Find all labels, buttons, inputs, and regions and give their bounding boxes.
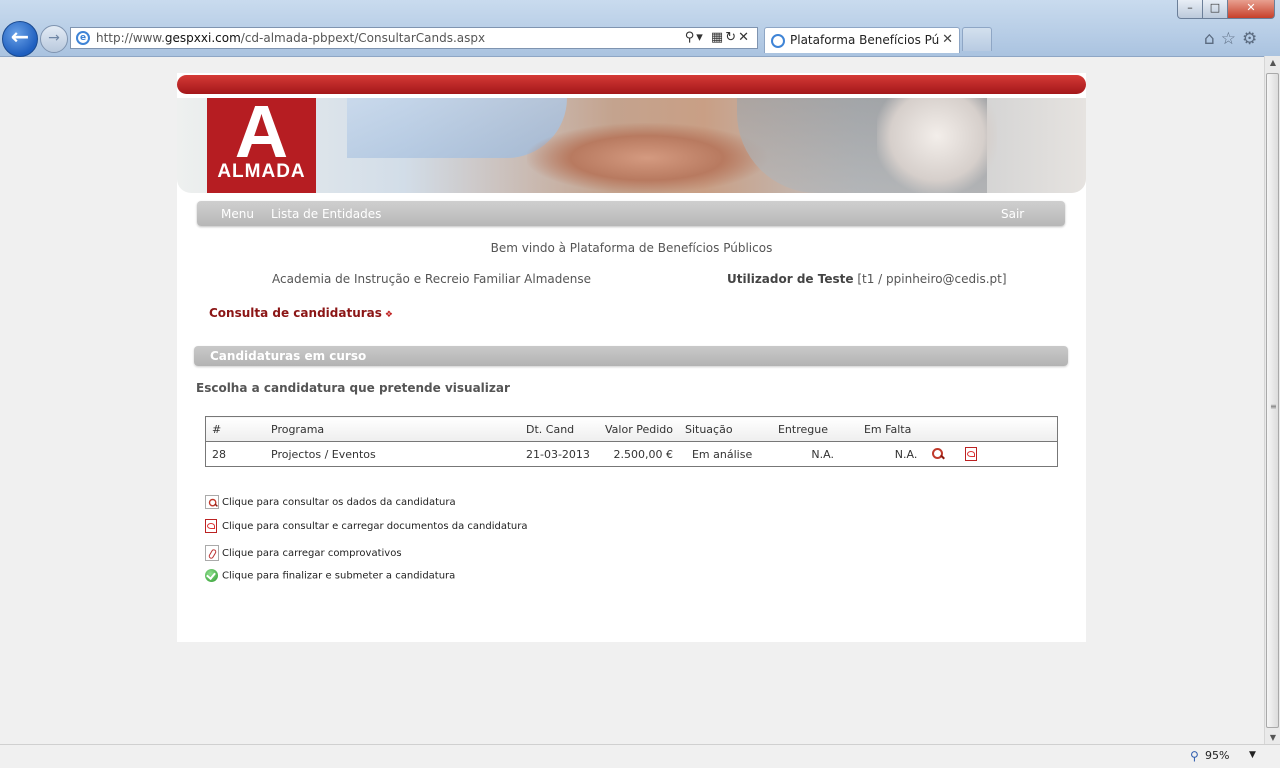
paperclip-icon: [205, 545, 219, 561]
header-red-bar: [177, 75, 1086, 94]
table-header-row: # Programa Dt. Cand Valor Pedido Situaçã…: [205, 416, 1058, 442]
status-bar: ⚲ 95% ▼: [0, 744, 1280, 768]
col-header-entregue: Entregue: [771, 416, 858, 442]
col-header-programa: Programa: [265, 416, 520, 442]
cell-em-falta: N.A.: [894, 447, 918, 461]
menu-link-entities[interactable]: Lista de Entidades: [271, 207, 381, 221]
cell-entregue: N.A.: [811, 447, 834, 461]
favorites-star-icon[interactable]: ☆: [1221, 29, 1242, 49]
zoom-dropdown-icon[interactable]: ▼: [1249, 750, 1256, 760]
pdf-documents-icon[interactable]: [964, 447, 977, 461]
zoom-icon[interactable]: ⚲: [1190, 749, 1199, 763]
vertical-scrollbar[interactable]: ▲ ≡ ▼: [1264, 56, 1280, 744]
scroll-up-icon[interactable]: ▲: [1267, 58, 1279, 67]
address-tools: ⚲▾ ▦↻✕: [685, 30, 751, 45]
cell-id: 28: [212, 447, 226, 461]
cell-dt-cand: 21-03-2013: [526, 447, 590, 461]
col-header-actions: [917, 416, 1058, 442]
url-prefix: http://www.: [96, 31, 165, 45]
legend-item-documents: Clique para consultar e carregar documen…: [205, 519, 527, 533]
forward-arrow-icon: →: [48, 30, 60, 46]
forward-button[interactable]: →: [40, 25, 68, 53]
check-icon: [205, 569, 218, 582]
address-url[interactable]: http://www.gespxxi.com/cd-almada-pbpext/…: [96, 31, 485, 45]
url-path: /cd-almada-pbpext/ConsultarCands.aspx: [240, 31, 486, 45]
tab-ie-icon: [771, 34, 785, 48]
section-header: Candidaturas em curso: [194, 346, 1068, 366]
zoom-level[interactable]: 95%: [1205, 749, 1229, 762]
legend-text-submit: Clique para finalizar e submeter a candi…: [222, 570, 456, 582]
new-tab-button[interactable]: [962, 27, 992, 51]
chrome-toolbar-icons: ⌂☆⚙: [1204, 29, 1276, 49]
stop-icon[interactable]: ✕: [738, 30, 751, 45]
candidaturas-table: # Programa Dt. Cand Valor Pedido Situaçã…: [205, 416, 1058, 467]
legend-item-view: Clique para consultar os dados da candid…: [205, 495, 456, 509]
magnifier-icon: [205, 495, 219, 509]
url-domain: gespxxi.com: [164, 31, 241, 45]
entity-name: Academia de Instrução e Recreio Familiar…: [272, 272, 591, 286]
header-banner: A ALMADA: [177, 98, 1086, 193]
home-icon[interactable]: ⌂: [1204, 29, 1221, 49]
back-arrow-icon: ←: [10, 25, 30, 50]
col-header-valor: Valor Pedido: [599, 416, 679, 442]
main-menu-bar: Menu Lista de Entidades Sair: [197, 201, 1065, 226]
dropdown-caret-icon[interactable]: ▾: [696, 30, 705, 45]
instruction-text: Escolha a candidatura que pretende visua…: [196, 381, 510, 395]
minimize-button[interactable]: –: [1177, 0, 1203, 19]
banner-photo-hands: [527, 123, 767, 193]
ie-icon: e: [76, 31, 90, 45]
user-name: Utilizador de Teste: [727, 272, 854, 286]
grip-icon: ≡: [1270, 402, 1277, 411]
tab-title: Plataforma Benefícios Públi...: [790, 33, 940, 47]
table-row: 28 Projectos / Eventos 21-03-2013 2.500,…: [206, 442, 1058, 467]
legend-item-submit: Clique para finalizar e submeter a candi…: [205, 569, 455, 582]
user-info: Utilizador de Teste [t1 / ppinheiro@cedi…: [727, 272, 1007, 286]
view-candidatura-icon[interactable]: [931, 447, 945, 461]
almada-logo: A ALMADA: [207, 98, 316, 193]
logout-link[interactable]: Sair: [1001, 207, 1024, 221]
legend-text-upload: Clique para carregar comprovativos: [222, 548, 402, 559]
browser-tab-active[interactable]: Plataforma Benefícios Públi... ✕: [764, 27, 960, 53]
col-header-id: #: [205, 416, 265, 442]
browser-chrome: – □ ✕ ← → e http://www.gespxxi.com/cd-al…: [0, 0, 1280, 57]
search-icon[interactable]: ⚲: [685, 30, 697, 45]
user-details: [t1 / ppinheiro@cedis.pt]: [857, 272, 1007, 286]
compat-view-icon[interactable]: ▦: [711, 30, 725, 45]
cell-valor: 2.500,00 €: [613, 447, 673, 461]
gear-icon[interactable]: ⚙: [1242, 29, 1263, 49]
page-title-text: Consulta de candidaturas: [209, 306, 382, 320]
col-header-dt-cand: Dt. Cand: [520, 416, 599, 442]
page-title: Consulta de candidaturas ❖: [209, 306, 393, 320]
menu-link-menu[interactable]: Menu: [221, 207, 254, 221]
close-window-button[interactable]: ✕: [1227, 0, 1275, 19]
scrollbar-thumb[interactable]: ≡: [1266, 73, 1279, 728]
network-icon: ❖: [384, 310, 393, 320]
page-container: A ALMADA Menu Lista de Entidades Sair Be…: [177, 73, 1086, 642]
col-header-em-falta: Em Falta: [857, 416, 918, 442]
cell-situacao: Em análise: [691, 447, 753, 461]
col-header-situacao: Situação: [678, 416, 772, 442]
address-bar[interactable]: e http://www.gespxxi.com/cd-almada-pbpex…: [70, 27, 758, 49]
banner-photo-head: [877, 98, 997, 193]
legend-text-view: Clique para consultar os dados da candid…: [222, 497, 456, 508]
cell-actions: [917, 442, 1057, 467]
welcome-text: Bem vindo à Plataforma de Benefícios Púb…: [490, 241, 773, 255]
legend-text-documents: Clique para consultar e carregar documen…: [222, 521, 528, 532]
scroll-down-icon[interactable]: ▼: [1267, 733, 1279, 742]
maximize-button[interactable]: □: [1202, 0, 1228, 19]
pdf-icon: [205, 519, 217, 533]
section-title: Candidaturas em curso: [210, 349, 367, 363]
back-button[interactable]: ←: [2, 21, 38, 57]
legend-item-upload: Clique para carregar comprovativos: [205, 545, 402, 561]
cell-programa: Projectos / Eventos: [271, 447, 376, 461]
logo-text: ALMADA: [217, 161, 306, 182]
refresh-icon[interactable]: ↻: [725, 30, 738, 45]
tab-close-icon[interactable]: ✕: [942, 32, 953, 47]
